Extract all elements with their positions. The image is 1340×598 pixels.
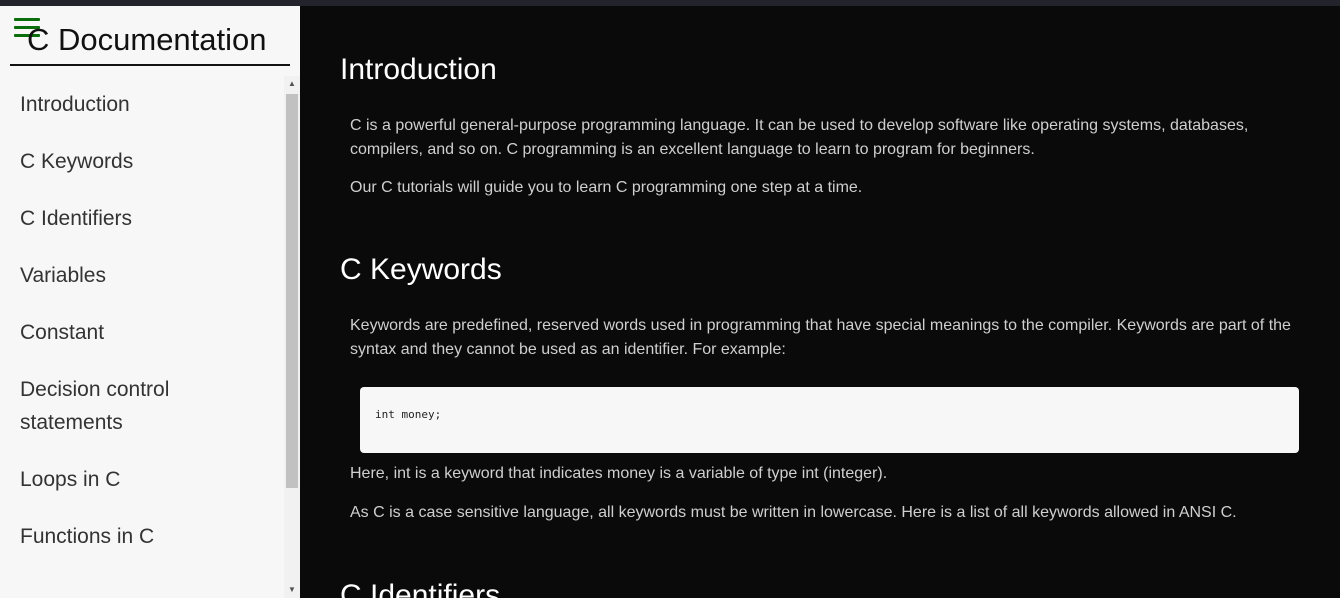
section-introduction: Introduction C is a powerful general-pur… xyxy=(340,52,1310,200)
sidebar-item-functions[interactable]: Functions in C xyxy=(0,508,284,565)
code-block: int money; xyxy=(360,387,1299,453)
paragraph: Here, int is a keyword that indicates mo… xyxy=(350,465,888,482)
sidebar-item-decision-control[interactable]: Decision control statements xyxy=(0,361,220,451)
section-heading: C Keywords xyxy=(340,253,502,286)
sidebar-item-introduction[interactable]: Introduction xyxy=(0,76,284,133)
paragraph: Keywords are predefined, reserved words … xyxy=(350,317,1291,358)
section-c-identifiers: C Identifiers xyxy=(340,578,1310,598)
section-c-keywords: C Keywords Keywords are predefined, rese… xyxy=(340,252,1310,362)
sidebar-item-variables[interactable]: Variables xyxy=(0,247,284,304)
scroll-up-arrow-icon[interactable]: ▲ xyxy=(284,76,300,92)
paragraph: C is a powerful general-purpose programm… xyxy=(350,117,1249,158)
sidebar-item-loops[interactable]: Loops in C xyxy=(0,451,284,508)
scroll-thumb[interactable] xyxy=(286,94,298,488)
sidebar-item-constant[interactable]: Constant xyxy=(0,304,284,361)
scroll-down-arrow-icon[interactable]: ▼ xyxy=(284,582,300,598)
sidebar-item-c-identifiers[interactable]: C Identifiers xyxy=(0,190,284,247)
sidebar-header: C Documentation xyxy=(10,6,290,66)
paragraph: Our C tutorials will guide you to learn … xyxy=(350,179,863,196)
sidebar-item-c-keywords[interactable]: C Keywords xyxy=(0,133,284,190)
sidebar-title: C Documentation xyxy=(27,22,267,57)
sidebar: C Documentation Introduction C Keywords … xyxy=(0,6,300,598)
paragraph: As C is a case sensitive language, all k… xyxy=(350,504,1237,521)
sidebar-scrollbar[interactable]: ▲ ▼ xyxy=(284,76,300,598)
main-content: Introduction C is a powerful general-pur… xyxy=(300,6,1340,598)
section-heading: C Identifiers xyxy=(340,579,501,598)
code-text: int money; xyxy=(375,408,442,421)
section-heading: Introduction xyxy=(340,53,497,86)
sidebar-nav: Introduction C Keywords C Identifiers Va… xyxy=(0,76,284,565)
